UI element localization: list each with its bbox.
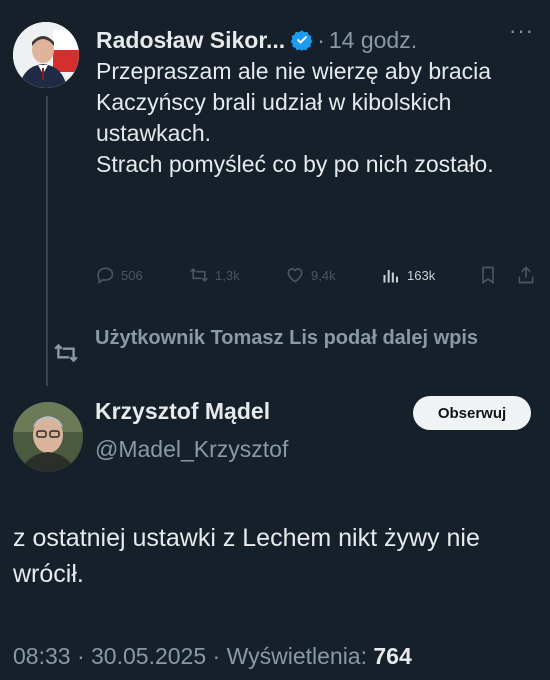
reply-count: 506 xyxy=(121,267,143,283)
tweet1-text: Przepraszam ale nie wierzę aby bracia Ka… xyxy=(96,56,526,180)
retweet-notice: Użytkownik Tomasz Lis podał dalej wpis xyxy=(50,323,530,383)
tweet2-text: z ostatniej ustawki z Lechem nikt żywy n… xyxy=(13,520,533,592)
tweet-text-line: Strach pomyśleć co by po nich zostało. xyxy=(96,151,494,177)
views-count[interactable]: 764 xyxy=(373,643,411,669)
author-name[interactable]: Krzysztof Mądel xyxy=(95,398,270,425)
repost-count: 1,3k xyxy=(215,267,240,283)
heart-icon xyxy=(287,268,303,283)
separator-dot: · xyxy=(70,643,92,669)
tweet1-actions: 506 1,3k 9,4k 163k xyxy=(94,262,534,288)
separator-dot: · xyxy=(206,643,227,669)
reply-icon xyxy=(97,267,114,285)
follow-button[interactable]: Obserwuj xyxy=(413,396,531,430)
tweet-text-line: Przepraszam ale nie wierzę aby bracia Ka… xyxy=(96,58,492,146)
reply-button[interactable]: 506 xyxy=(94,262,143,288)
like-count: 9,4k xyxy=(311,267,336,283)
bookmark-icon xyxy=(482,266,494,285)
more-options-icon[interactable]: ··· xyxy=(509,18,534,44)
avatar[interactable] xyxy=(13,402,83,472)
tweet1-header: Radosław Sikor... · 14 godz. xyxy=(96,20,534,60)
avatar-portrait xyxy=(13,22,79,88)
avatar-portrait xyxy=(13,402,83,472)
avatar[interactable] xyxy=(13,22,79,88)
thread-connector-line xyxy=(46,96,48,386)
share-icon xyxy=(518,266,534,284)
views-chart-icon xyxy=(383,270,398,283)
views-count: 163k xyxy=(407,267,436,283)
repost-icon xyxy=(54,343,78,363)
tweet-date[interactable]: 30.05.2025 xyxy=(91,643,206,669)
share-button[interactable] xyxy=(516,262,536,288)
tweet-time[interactable]: 08:33 xyxy=(13,643,71,669)
separator-dot: · xyxy=(317,26,325,53)
author-handle[interactable]: @Madel_Krzysztof xyxy=(95,436,288,463)
author-name[interactable]: Radosław Sikor... xyxy=(96,27,285,54)
bookmark-button[interactable] xyxy=(478,262,498,288)
repost-button[interactable]: 1,3k xyxy=(188,262,240,288)
views-button[interactable]: 163k xyxy=(380,262,435,288)
tweet-time[interactable]: 14 godz. xyxy=(329,27,417,54)
repost-icon xyxy=(190,267,208,283)
like-button[interactable]: 9,4k xyxy=(284,262,336,288)
tweet-text: z ostatniej ustawki z Lechem nikt żywy n… xyxy=(13,524,480,588)
tweet-footer: 08:33 · 30.05.2025 · Wyświetlenia: 764 xyxy=(13,643,543,670)
views-label: Wyświetlenia: xyxy=(226,643,367,669)
verified-badge-icon xyxy=(290,29,313,51)
retweet-notice-text[interactable]: Użytkownik Tomasz Lis podał dalej wpis xyxy=(95,325,515,351)
